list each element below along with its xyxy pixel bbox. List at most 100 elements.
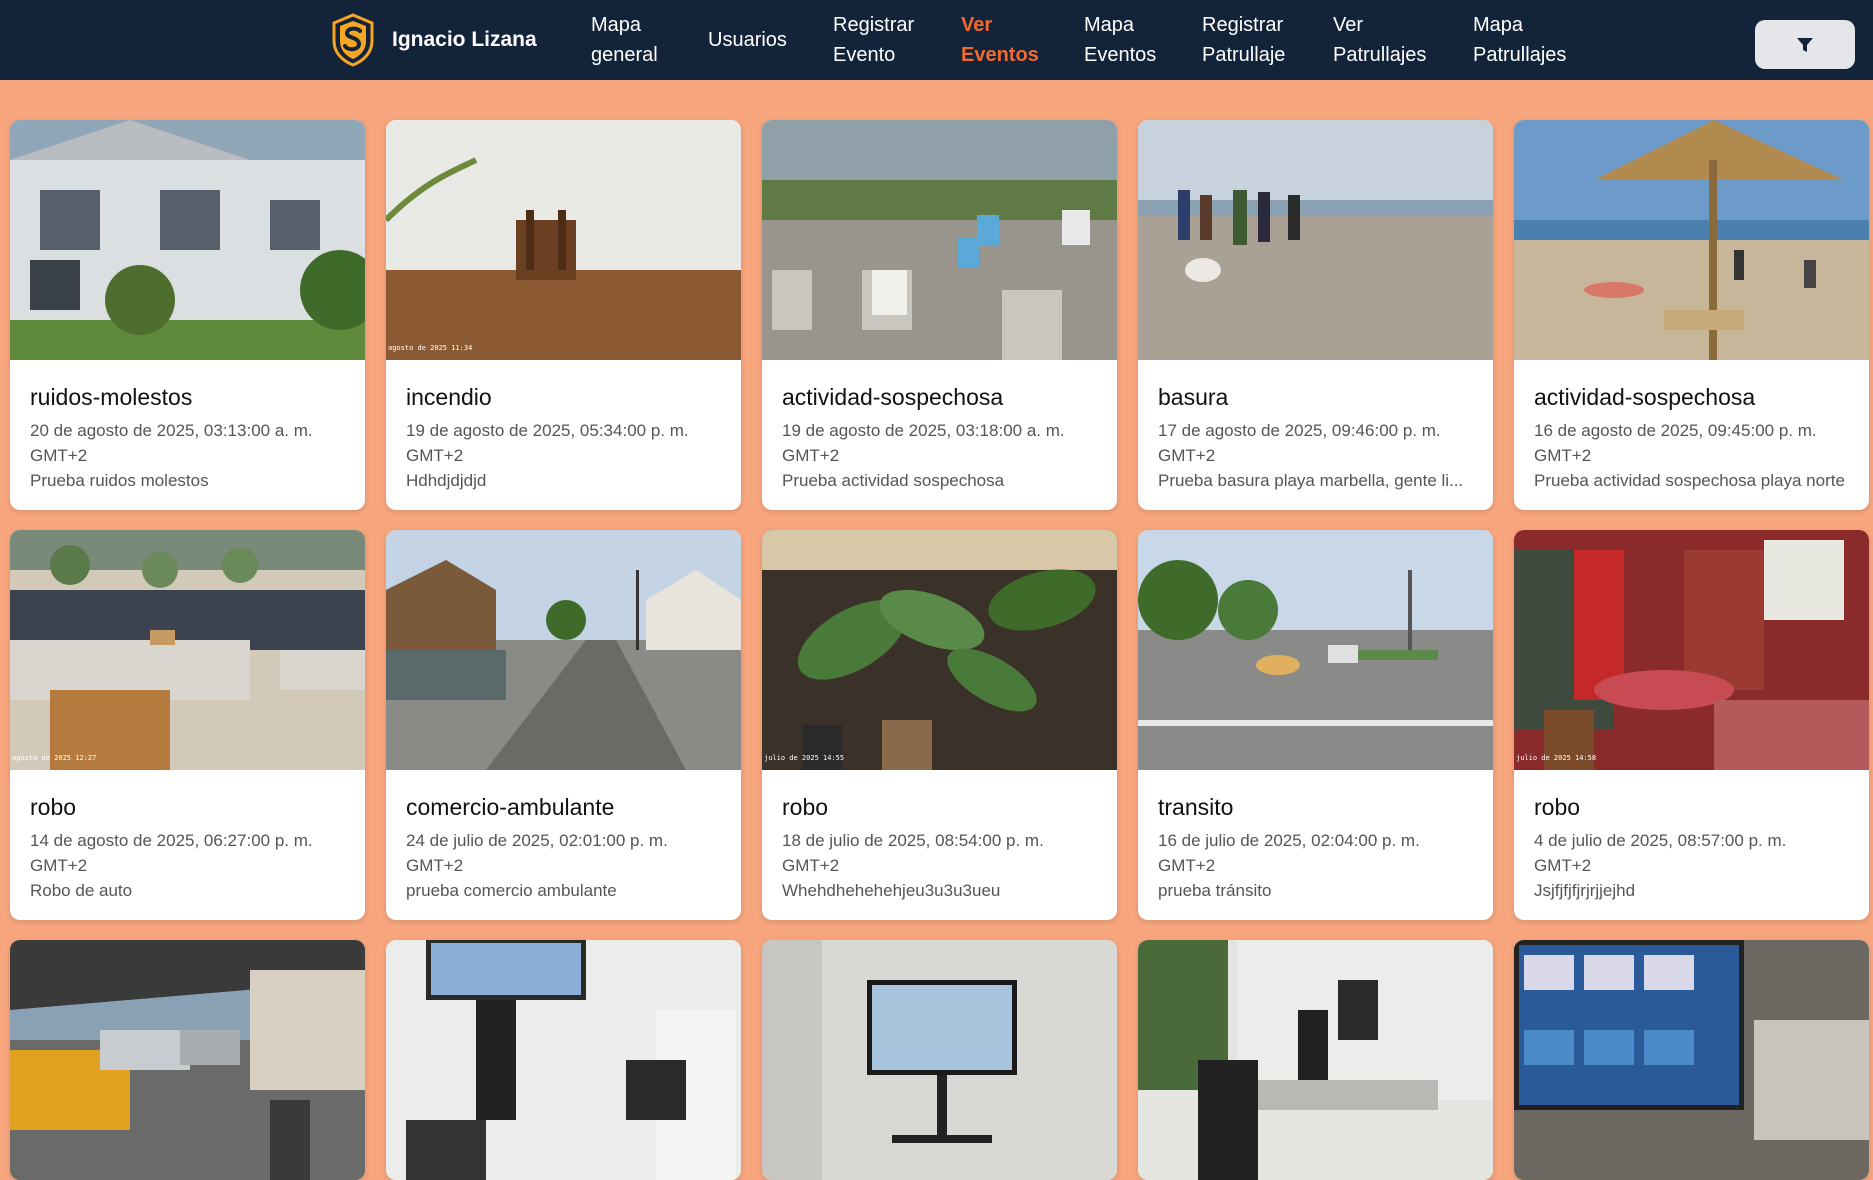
event-timezone: GMT+2 bbox=[782, 856, 840, 875]
event-date: 16 de julio de 2025, 02:04:00 p. m. bbox=[1158, 831, 1420, 850]
event-description: Whehdhehehehjeu3u3u3ueu bbox=[782, 881, 1001, 900]
nav-label: Ver bbox=[1333, 14, 1364, 36]
restaurant-photo: agosto de 2025 12:27 bbox=[10, 530, 365, 770]
event-card[interactable] bbox=[1514, 940, 1869, 1180]
nav-label: Mapa bbox=[1473, 14, 1524, 36]
event-timezone: GMT+2 bbox=[1534, 856, 1592, 875]
event-timezone: GMT+2 bbox=[406, 446, 464, 465]
nav-mapa-eventos[interactable]: Mapa Eventos bbox=[1084, 10, 1156, 70]
nav-label: Eventos bbox=[1084, 44, 1157, 66]
office-desk-photo bbox=[1138, 940, 1493, 1180]
filter-button[interactable] bbox=[1755, 20, 1855, 69]
event-type: robo bbox=[30, 794, 77, 820]
nav-ver-eventos[interactable]: Ver Eventos bbox=[961, 10, 1039, 70]
event-type: transito bbox=[1158, 794, 1234, 820]
event-card[interactable]: ruidos-molestos 20 de agosto de 2025, 03… bbox=[10, 120, 365, 510]
event-date: 20 de agosto de 2025, 03:13:00 a. m. bbox=[30, 421, 313, 440]
nav-registrar-evento[interactable]: Registrar Evento bbox=[833, 10, 914, 70]
card-body: actividad-sospechosa 16 de agosto de 202… bbox=[1514, 360, 1869, 510]
street-photo bbox=[386, 530, 741, 770]
nav-label: general bbox=[591, 44, 658, 66]
top-navbar: Ignacio Lizana Mapa general Usuarios Reg… bbox=[0, 0, 1873, 80]
event-card[interactable]: transito 16 de julio de 2025, 02:04:00 p… bbox=[1138, 530, 1493, 920]
event-card[interactable] bbox=[386, 940, 741, 1180]
nav-label: Patrullajes bbox=[1473, 44, 1567, 66]
event-type: comercio-ambulante bbox=[406, 794, 615, 820]
road-photo bbox=[1138, 530, 1493, 770]
card-body: robo 4 de julio de 2025, 08:57:00 p. m. … bbox=[1514, 770, 1869, 920]
event-timezone: GMT+2 bbox=[30, 856, 88, 875]
card-body: incendio 19 de agosto de 2025, 05:34:00 … bbox=[386, 360, 741, 510]
event-card[interactable]: actividad-sospechosa 19 de agosto de 202… bbox=[762, 120, 1117, 510]
event-date: 16 de agosto de 2025, 09:45:00 p. m. bbox=[1534, 421, 1817, 440]
event-description: Prueba actividad sospechosa bbox=[782, 471, 1005, 490]
event-timezone: GMT+2 bbox=[30, 446, 88, 465]
nav-mapa-general[interactable]: Mapa general bbox=[591, 10, 658, 70]
event-card[interactable]: basura 17 de agosto de 2025, 09:46:00 p.… bbox=[1138, 120, 1493, 510]
nav-label: Ver bbox=[961, 14, 993, 36]
event-description: Prueba ruidos molestos bbox=[30, 471, 209, 490]
event-card[interactable]: agosto de 2025 11:34 incendio 19 de agos… bbox=[386, 120, 741, 510]
chair-table-photo: agosto de 2025 11:34 bbox=[386, 120, 741, 360]
card-body: basura 17 de agosto de 2025, 09:46:00 p.… bbox=[1138, 360, 1493, 510]
event-description: Prueba actividad sospechosa playa norte bbox=[1534, 471, 1845, 490]
event-description: Robo de auto bbox=[30, 881, 133, 900]
card-body: ruidos-molestos 20 de agosto de 2025, 03… bbox=[10, 360, 365, 510]
event-date: 18 de julio de 2025, 08:54:00 p. m. bbox=[782, 831, 1044, 850]
event-type: actividad-sospechosa bbox=[782, 384, 1004, 410]
event-date: 24 de julio de 2025, 02:01:00 p. m. bbox=[406, 831, 668, 850]
event-card[interactable] bbox=[1138, 940, 1493, 1180]
event-card[interactable]: julio de 2025 14:55 robo 18 de julio de … bbox=[762, 530, 1117, 920]
nav-links: Mapa general Usuarios Registrar Evento V… bbox=[0, 0, 1873, 80]
nav-label: Evento bbox=[833, 44, 896, 66]
event-card[interactable]: comercio-ambulante 24 de julio de 2025, … bbox=[386, 530, 741, 920]
event-card[interactable] bbox=[10, 940, 365, 1180]
photo-timestamp: julio de 2025 14:55 bbox=[764, 754, 845, 762]
event-type: basura bbox=[1158, 384, 1229, 410]
office-screens-photo bbox=[386, 940, 741, 1180]
filter-icon bbox=[1797, 37, 1813, 52]
card-body: actividad-sospechosa 19 de agosto de 202… bbox=[762, 360, 1117, 510]
event-description: Prueba basura playa marbella, gente li..… bbox=[1158, 471, 1464, 490]
event-type: robo bbox=[1534, 794, 1581, 820]
cars-street-photo bbox=[10, 940, 365, 1180]
photo-timestamp: agosto de 2025 11:34 bbox=[388, 344, 473, 352]
nav-label: Registrar bbox=[1202, 14, 1284, 36]
nav-label: Patrullaje bbox=[1202, 44, 1286, 66]
event-description: Hdhdjdjdjd bbox=[406, 471, 487, 490]
card-body: comercio-ambulante 24 de julio de 2025, … bbox=[386, 770, 741, 920]
event-type: ruidos-molestos bbox=[30, 384, 193, 410]
beach-umbrella-photo bbox=[1514, 120, 1869, 360]
event-card[interactable] bbox=[762, 940, 1117, 1180]
beach-signs-photo bbox=[762, 120, 1117, 360]
event-timezone: GMT+2 bbox=[782, 446, 840, 465]
event-date: 19 de agosto de 2025, 03:18:00 a. m. bbox=[782, 421, 1065, 440]
nav-registrar-patrullaje[interactable]: Registrar Patrullaje bbox=[1202, 10, 1285, 70]
event-timezone: GMT+2 bbox=[1158, 446, 1216, 465]
event-type: incendio bbox=[406, 384, 492, 410]
nav-label: Mapa bbox=[591, 14, 642, 36]
event-timezone: GMT+2 bbox=[406, 856, 464, 875]
plants-photo: julio de 2025 14:55 bbox=[762, 530, 1117, 770]
event-date: 19 de agosto de 2025, 05:34:00 p. m. bbox=[406, 421, 689, 440]
nav-label: Eventos bbox=[961, 44, 1039, 66]
event-card[interactable]: agosto de 2025 12:27 robo 14 de agosto d… bbox=[10, 530, 365, 920]
event-timezone: GMT+2 bbox=[1158, 856, 1216, 875]
event-description: prueba tránsito bbox=[1158, 881, 1272, 900]
event-date: 17 de agosto de 2025, 09:46:00 p. m. bbox=[1158, 421, 1441, 440]
event-card[interactable]: actividad-sospechosa 16 de agosto de 202… bbox=[1514, 120, 1869, 510]
photo-timestamp: agosto de 2025 12:27 bbox=[12, 754, 97, 762]
nav-usuarios[interactable]: Usuarios bbox=[708, 25, 787, 55]
nav-label: Mapa bbox=[1084, 14, 1135, 36]
screen-closeup-photo bbox=[1514, 940, 1869, 1180]
card-body: transito 16 de julio de 2025, 02:04:00 p… bbox=[1138, 770, 1493, 920]
event-card[interactable]: julio de 2025 14:58 robo 4 de julio de 2… bbox=[1514, 530, 1869, 920]
event-description: prueba comercio ambulante bbox=[406, 881, 617, 900]
event-date: 14 de agosto de 2025, 06:27:00 p. m. bbox=[30, 831, 313, 850]
house-photo bbox=[10, 120, 365, 360]
event-type: actividad-sospechosa bbox=[1534, 384, 1756, 410]
nav-ver-patrullajes[interactable]: Ver Patrullajes bbox=[1333, 10, 1426, 70]
card-body: robo 18 de julio de 2025, 08:54:00 p. m.… bbox=[762, 770, 1117, 920]
nav-mapa-patrullajes[interactable]: Mapa Patrullajes bbox=[1473, 10, 1566, 70]
event-timezone: GMT+2 bbox=[1534, 446, 1592, 465]
